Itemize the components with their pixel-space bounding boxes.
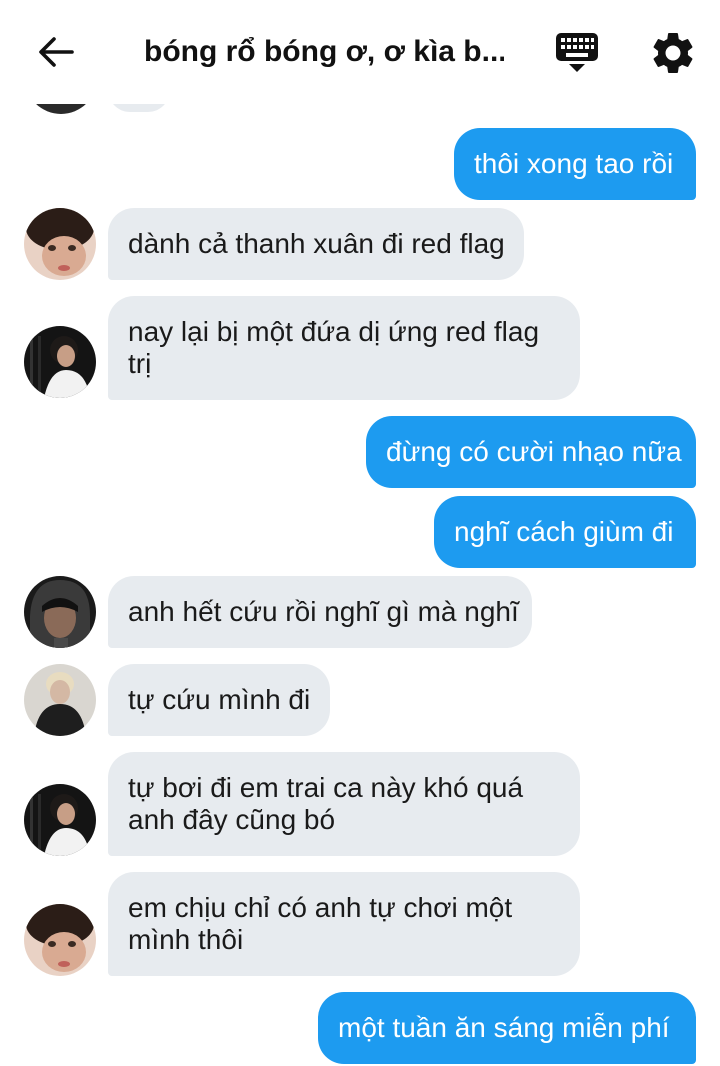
message-text: nghĩ cách giùm đi [454,516,674,547]
avatar[interactable] [24,326,96,398]
gear-icon [653,32,693,73]
chat-header: bóng rổ bóng ơ, ơ kìa b... [0,0,720,104]
message-bubble-incoming[interactable]: tự cứu mình đi [108,664,330,736]
message-text: dành cả thanh xuân đi red flag [128,228,505,259]
keyboard-button[interactable] [552,30,602,76]
message-bubble-outgoing[interactable]: nghĩ cách giùm đi [434,496,696,568]
message-bubble-incoming[interactable]: nay lại bị một đứa dị ứng red flag trị [108,296,580,400]
message-text: đừng có cười nhạo nữa [386,436,682,467]
back-button[interactable] [34,30,78,74]
avatar[interactable] [24,904,96,976]
message-text: thôi xong tao rồi [474,148,674,179]
message-text: tự bơi đi em trai ca này khó quá [128,772,524,803]
avatar[interactable] [24,208,96,280]
message-text: tự cứu mình đi [128,684,311,715]
message-bubble-incoming[interactable]: em chịu chỉ có anh tự chơi một mình thôi [108,872,580,976]
message-list[interactable]: thôi xong tao rồi dành cả thanh xuân đi … [0,0,720,1066]
message-text: một tuần ăn sáng miễn phí [338,1012,670,1043]
avatar[interactable] [24,576,96,648]
message-bubble-incoming[interactable]: tự bơi đi em trai ca này khó quá anh đây… [108,752,580,856]
message-text: anh hết cứu rồi nghĩ gì mà nghĩ [128,596,519,627]
settings-button[interactable] [648,28,698,78]
message-text: nay lại bị một đứa dị ứng red flag [128,316,540,347]
avatar[interactable] [24,784,96,856]
message-bubble-incoming[interactable]: anh hết cứu rồi nghĩ gì mà nghĩ [108,576,532,648]
message-bubble-incoming[interactable]: dành cả thanh xuân đi red flag [108,208,524,280]
keyboard-icon [556,33,598,72]
message-text: mình thôi [128,924,244,955]
message-bubble-outgoing[interactable]: thôi xong tao rồi [454,128,696,200]
avatar[interactable] [24,664,96,736]
message-text: anh đây cũng bó [128,804,336,835]
chat-title: bóng rổ bóng ơ, ơ kìa b... [144,35,504,68]
message-bubble-outgoing[interactable]: một tuần ăn sáng miễn phí [318,992,696,1064]
message-text: trị [128,348,152,379]
arrow-left-icon [39,37,74,67]
message-bubble-outgoing[interactable]: đừng có cười nhạo nữa [366,416,696,488]
message-text: em chịu chỉ có anh tự chơi một [128,892,513,923]
